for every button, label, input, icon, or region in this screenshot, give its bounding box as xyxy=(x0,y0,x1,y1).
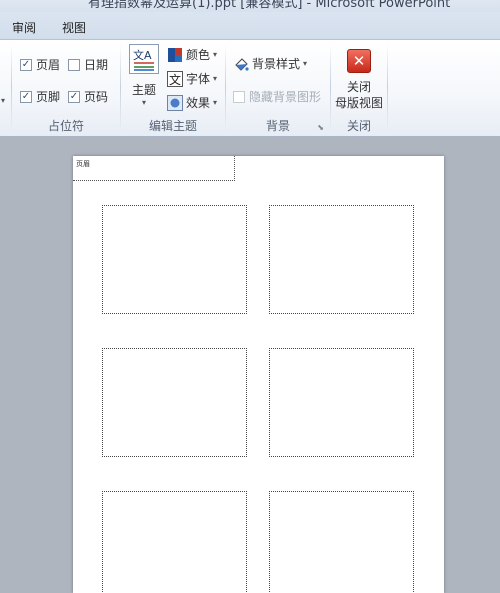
tab-view[interactable]: 视图 xyxy=(62,19,86,36)
handout-master-slide[interactable]: 页眉 xyxy=(73,156,444,593)
theme-icon: 文A xyxy=(129,44,159,74)
dropdown-arrow-icon[interactable]: ▾ xyxy=(1,96,5,105)
effects-button[interactable]: 效果 ▾ xyxy=(167,94,217,111)
group-close: ✕ 关闭 母版视图 关闭 xyxy=(331,40,387,137)
page-number-checkbox[interactable]: ✓ 页码 xyxy=(68,88,108,105)
hide-background-graphics-checkbox[interactable]: 隐藏背景图形 xyxy=(233,88,321,105)
theme-label: 主题 xyxy=(131,83,156,97)
chevron-down-icon: ▾ xyxy=(213,98,218,107)
title-bar: 有理指数幂及运算(1).ppt [兼容模式] - Microsoft Power… xyxy=(0,0,500,12)
chevron-down-icon: ▾ xyxy=(213,74,218,83)
slide-thumbnail-placeholder[interactable] xyxy=(269,205,414,314)
color-swatch-icon xyxy=(167,47,183,63)
chevron-down-icon: ▾ xyxy=(213,50,218,59)
header-placeholder[interactable]: 页眉 xyxy=(73,156,235,181)
paint-bucket-icon xyxy=(233,56,249,72)
checkbox-checked-icon: ✓ xyxy=(68,90,80,103)
colors-button[interactable]: 颜色 ▾ xyxy=(167,46,217,63)
close-master-view-button[interactable]: ✕ 关闭 母版视图 xyxy=(331,46,387,112)
group-edit-theme: 文A 主题 ▾ 颜色 ▾ 文 字体 ▾ 效果 ▾ 编辑主题 xyxy=(121,40,225,137)
window-title: 有理指数幂及运算(1).ppt [兼容模式] - Microsoft Power… xyxy=(88,0,451,11)
svg-text:文: 文 xyxy=(169,72,181,87)
checkbox-checked-icon: ✓ xyxy=(20,90,32,103)
slide-thumbnail-placeholder[interactable] xyxy=(102,491,247,593)
date-checkbox[interactable]: 日期 xyxy=(68,56,108,73)
tab-review[interactable]: 审阅 xyxy=(12,19,36,36)
background-styles-button[interactable]: 背景样式 ▾ xyxy=(233,55,307,72)
slide-thumbnail-placeholder[interactable] xyxy=(102,348,247,457)
checkbox-empty-icon xyxy=(68,58,80,71)
group-title-background: 背景 xyxy=(265,119,290,133)
font-icon: 文 xyxy=(167,70,183,87)
theme-button[interactable]: 文A 主题 ▾ xyxy=(127,44,161,108)
svg-text:文A: 文A xyxy=(133,48,152,62)
dialog-launcher-icon[interactable]: ⬊ xyxy=(317,123,324,132)
chevron-down-icon: ▾ xyxy=(303,59,308,68)
slide-thumbnail-placeholder[interactable] xyxy=(269,348,414,457)
group-background: 背景样式 ▾ 隐藏背景图形 背景 ⬊ xyxy=(226,40,330,137)
header-checkbox[interactable]: ✓ 页眉 xyxy=(20,56,60,73)
footer-checkbox[interactable]: ✓ 页脚 xyxy=(20,88,60,105)
slide-thumbnail-placeholder[interactable] xyxy=(269,491,414,593)
group-title-edit-theme: 编辑主题 xyxy=(148,119,197,133)
group-title-close: 关闭 xyxy=(346,119,371,133)
group-placeholders: ✓ 页眉 日期 ✓ 页脚 ✓ 页码 占位符 xyxy=(12,40,120,137)
effects-icon xyxy=(167,94,183,111)
checkbox-empty-icon xyxy=(233,90,245,103)
fonts-button[interactable]: 文 字体 ▾ xyxy=(167,70,217,87)
slide-thumbnail-placeholder[interactable] xyxy=(102,205,247,314)
checkbox-checked-icon: ✓ xyxy=(20,58,32,71)
ribbon: ▾ ✓ 页眉 日期 ✓ 页脚 ✓ 页码 占位符 文A 主题 ▾ 颜色 ▾ 文 字… xyxy=(0,40,500,137)
ribbon-tabs: 审阅 视图 xyxy=(0,12,500,40)
group-title-placeholders: 占位符 xyxy=(47,119,84,133)
chevron-down-icon: ▾ xyxy=(141,98,146,107)
close-icon: ✕ xyxy=(347,49,371,73)
